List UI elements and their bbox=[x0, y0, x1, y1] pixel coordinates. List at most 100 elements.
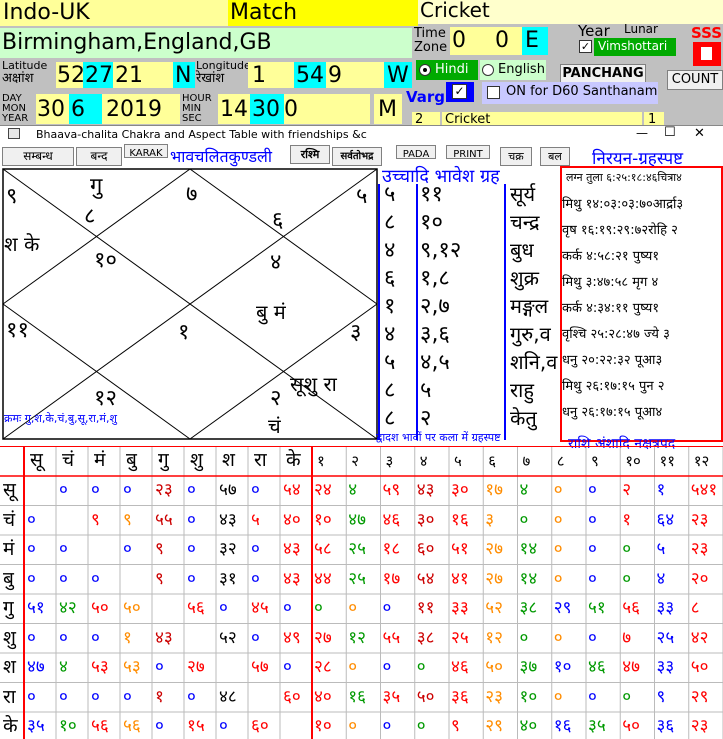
match-field[interactable]: Match bbox=[228, 0, 418, 26]
rashmi-button[interactable]: रश्मि bbox=[290, 145, 330, 164]
aspect-cell-value: २ bbox=[622, 480, 632, 500]
aspect-cell-value: ५६ bbox=[123, 716, 141, 736]
d60-label: ON for D60 Santhanam bbox=[506, 84, 658, 99]
month-field[interactable]: 6 bbox=[69, 94, 102, 124]
minute-field[interactable]: 30 bbox=[250, 94, 284, 124]
planet-col-head: गु bbox=[158, 449, 169, 471]
sss-button[interactable] bbox=[693, 42, 721, 66]
aspect-cell-value: ३८ bbox=[519, 598, 538, 618]
aspect-cell-value: ० bbox=[622, 686, 632, 707]
hour-field[interactable]: 14 bbox=[218, 94, 250, 124]
second-field[interactable]: 0 bbox=[284, 94, 370, 124]
tz-hour-field[interactable]: 0 bbox=[450, 27, 492, 55]
year-value: 2019 bbox=[106, 97, 162, 122]
aspect-cell-value: ५० bbox=[416, 686, 435, 707]
house-num-12: १२ bbox=[94, 386, 117, 411]
count-button[interactable]: COUNT bbox=[667, 70, 723, 90]
place-field[interactable]: Birmingham,England,GB bbox=[0, 28, 412, 58]
tz-min-field[interactable]: 0 bbox=[492, 27, 522, 55]
d60-toggle[interactable]: ON for D60 Santhanam bbox=[482, 82, 658, 104]
aspect-cell-value: ० bbox=[187, 509, 196, 530]
lon-dir-field[interactable]: W bbox=[384, 62, 412, 88]
vimshottari-box[interactable]: Vimshottari bbox=[594, 38, 676, 56]
day-value: 30 bbox=[37, 97, 65, 122]
sambandh-button[interactable]: सम्बन्ध bbox=[2, 147, 74, 166]
bal-button[interactable]: बल bbox=[540, 147, 570, 166]
aspect-cell-value: ० bbox=[553, 509, 563, 530]
aspect-cell-value: ३० bbox=[416, 509, 435, 530]
aspect-cell-value: ४ bbox=[59, 657, 68, 677]
lat-sec-field[interactable]: 21 bbox=[113, 62, 173, 88]
rashmi-label: रश्मि bbox=[300, 148, 320, 161]
middle-graha-name: चन्द्र bbox=[510, 210, 540, 234]
cricket-field[interactable]: Cricket bbox=[418, 0, 723, 24]
aspect-cell-value: ० bbox=[553, 568, 563, 589]
year-checkbox[interactable]: ✓ bbox=[579, 40, 592, 53]
aspect-cell-value: ५० bbox=[123, 598, 141, 618]
aspect-cell-value: ८ bbox=[690, 598, 700, 618]
maximize-button[interactable]: ☐ bbox=[664, 125, 676, 140]
middle-bhavesh-value: २,७ bbox=[420, 294, 450, 319]
lon-min-field[interactable]: 54 bbox=[294, 62, 326, 88]
year-field[interactable]: 2019 bbox=[102, 94, 180, 124]
house-col-head: १० bbox=[625, 452, 641, 470]
aspect-cell-value: ४६ bbox=[588, 657, 606, 677]
house-col-head: २ bbox=[351, 452, 360, 470]
lat-deg-field[interactable]: 52 bbox=[56, 62, 85, 88]
lon-sec-field[interactable]: 9 bbox=[326, 62, 384, 88]
aspect-cell-value: ० bbox=[588, 568, 597, 589]
middle-uchcha-value: ६ bbox=[384, 266, 396, 291]
aspect-cell-value: ४० bbox=[519, 716, 538, 736]
graha-spashta-row: कर्क ४:३४:११ पुष्य१ bbox=[562, 301, 660, 316]
aspect-cell-value: ० bbox=[123, 480, 132, 500]
location-tag-field[interactable]: Indo-UK bbox=[0, 0, 228, 26]
house-col-head: ४ bbox=[419, 452, 428, 470]
aspect-cell-value: ० bbox=[27, 627, 36, 648]
varg-label: Varg bbox=[406, 88, 446, 106]
cricket-label: Cricket bbox=[420, 0, 490, 22]
middle-bhavesh-value: ११ bbox=[420, 182, 443, 207]
aspect-cell-value: ० bbox=[283, 657, 292, 677]
tz-dir-field[interactable]: E bbox=[522, 27, 548, 55]
close-button[interactable]: ✕ bbox=[694, 126, 705, 141]
house-col-head: ३ bbox=[385, 452, 394, 470]
ampm-field[interactable]: M bbox=[374, 94, 402, 124]
aspect-cell-value: ४३ bbox=[283, 568, 301, 589]
aspect-cell-value: १६ bbox=[553, 716, 572, 736]
aspect-cell-value: ५८ bbox=[314, 539, 332, 559]
aspect-cell-value: ६० bbox=[251, 716, 269, 736]
place-text: Birmingham,England,GB bbox=[2, 30, 272, 55]
print-button[interactable]: PRINT bbox=[446, 145, 490, 160]
karak-button[interactable]: KARAK bbox=[124, 144, 168, 159]
day-field[interactable]: 30 bbox=[36, 94, 69, 124]
aspect-cell-value: १७ bbox=[485, 480, 503, 500]
aspect-cell-value: ० bbox=[251, 539, 260, 559]
planet-col-head: शु bbox=[190, 449, 203, 471]
house-col-head: ६ bbox=[488, 452, 497, 470]
chakra-button[interactable]: चक्र bbox=[500, 147, 532, 166]
varg-checkbox[interactable]: ✓ bbox=[446, 82, 474, 102]
aspect-cell-value: १० bbox=[314, 509, 332, 530]
band-button[interactable]: बन्द bbox=[76, 147, 122, 166]
planet-col-head: सू bbox=[30, 449, 43, 471]
aspect-cell-value: ० bbox=[553, 480, 563, 500]
aspect-cell-value: ५१ bbox=[451, 539, 469, 559]
english-radio-box[interactable]: English bbox=[480, 60, 546, 80]
aspect-cell-value: ५३ bbox=[123, 657, 141, 677]
title-bar[interactable]: Bhaava-chalita Chakra and Aspect Table w… bbox=[0, 125, 723, 144]
aspect-cell-value: १० bbox=[314, 716, 332, 736]
aspect-cell-value: ० bbox=[251, 480, 260, 500]
aspect-cell-value: २७ bbox=[485, 539, 503, 559]
hindi-radio-box[interactable]: Hindi bbox=[416, 60, 478, 80]
minimize-button[interactable]: — bbox=[636, 126, 648, 140]
middle-bhavesh-value: ५ bbox=[420, 378, 432, 403]
pada-button[interactable]: PADA bbox=[396, 145, 436, 160]
aspect-cell-value: ० bbox=[155, 716, 164, 736]
hour-value: 14 bbox=[220, 97, 248, 122]
house-num-9: ९ bbox=[6, 184, 18, 209]
lat-dir-field[interactable]: N bbox=[173, 62, 195, 88]
panchang-button[interactable]: PANCHANG bbox=[560, 64, 646, 84]
sarvatobhadra-button[interactable]: सर्वतोभद्र bbox=[332, 147, 382, 166]
lat-min-field[interactable]: 27 bbox=[83, 62, 113, 88]
lon-deg-field[interactable]: 1 bbox=[248, 62, 294, 88]
